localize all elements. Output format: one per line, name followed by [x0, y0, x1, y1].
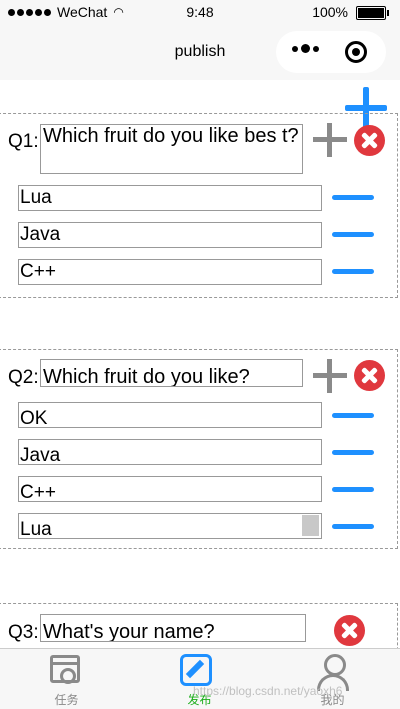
option-scrollbar[interactable]	[302, 515, 319, 536]
add-option-button[interactable]	[313, 123, 347, 157]
remove-option-button[interactable]	[332, 524, 374, 529]
close-mini-program-icon[interactable]	[345, 41, 367, 63]
battery-percent: 100%	[312, 4, 348, 20]
option-input[interactable]: Lua	[18, 513, 322, 540]
question-label: Q3:	[8, 622, 39, 643]
option-input[interactable]: Java	[18, 439, 322, 466]
calendar-settings-icon	[50, 655, 80, 684]
question-label: Q1:	[8, 131, 39, 152]
mini-program-capsule	[276, 31, 386, 73]
tab-label: 任务	[54, 693, 79, 707]
remove-option-button[interactable]	[332, 269, 374, 274]
more-icon[interactable]	[292, 44, 319, 53]
remove-option-button[interactable]	[332, 195, 374, 200]
option-input[interactable]: OK	[18, 402, 322, 429]
remove-option-button[interactable]	[332, 413, 374, 418]
question-input[interactable]: Which fruit do you like bes t?	[40, 124, 303, 174]
status-bar: WeChat ◠ 9:48 100%	[0, 0, 400, 24]
remove-option-button[interactable]	[332, 232, 374, 237]
remove-option-button[interactable]	[332, 487, 374, 492]
delete-question-button[interactable]	[334, 615, 365, 646]
option-input[interactable]: Lua	[18, 185, 322, 211]
option-input[interactable]: Java	[18, 222, 322, 248]
tab-tasks[interactable]: 任务	[0, 649, 133, 709]
option-input[interactable]: C++	[18, 259, 322, 285]
tab-bar: 任务 发布 我的	[0, 648, 400, 709]
add-option-button[interactable]	[313, 359, 347, 393]
nav-bar: publish	[0, 24, 400, 80]
delete-question-button[interactable]	[354, 360, 385, 391]
question-input[interactable]: Which fruit do you like?	[40, 359, 303, 387]
question-label: Q2:	[8, 367, 39, 388]
remove-option-button[interactable]	[332, 450, 374, 455]
battery-icon	[356, 6, 389, 20]
delete-question-button[interactable]	[354, 125, 385, 156]
edit-icon	[180, 654, 212, 686]
tab-mine[interactable]: 我的	[266, 649, 399, 709]
question-input[interactable]: What's your name?	[40, 614, 306, 642]
tab-publish[interactable]: 发布	[133, 649, 266, 709]
user-icon	[316, 654, 350, 691]
option-input[interactable]: C++	[18, 476, 322, 503]
watermark: https://blog.csdn.net/yaoxh6	[193, 684, 343, 698]
